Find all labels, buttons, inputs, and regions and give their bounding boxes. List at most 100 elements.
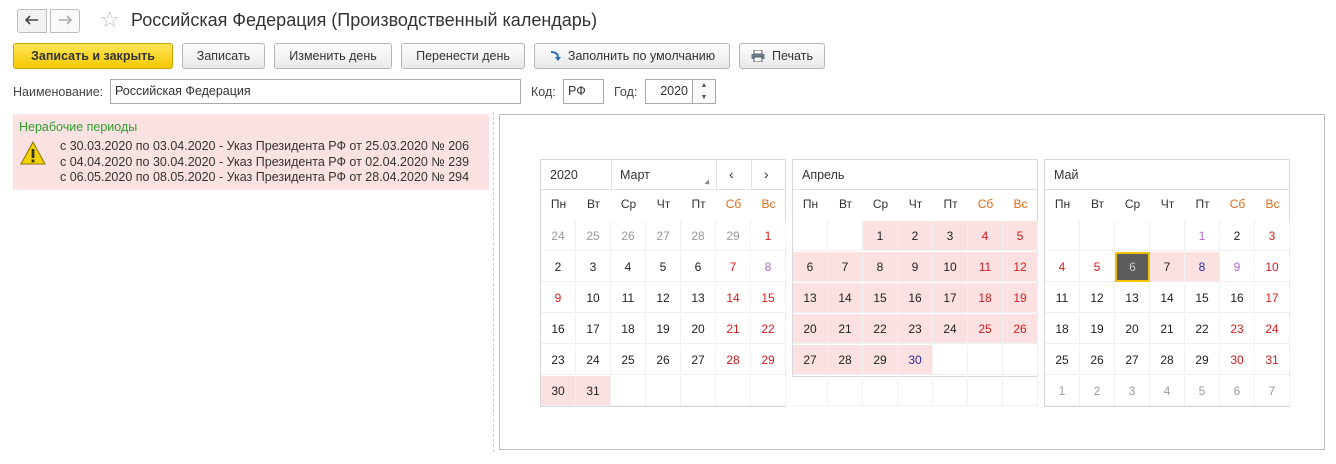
day-cell[interactable]: 1 (1185, 221, 1220, 251)
day-cell[interactable]: 2 (898, 221, 933, 251)
day-cell[interactable]: 30 (541, 376, 576, 406)
prev-month-icon[interactable]: ‹ (729, 166, 734, 182)
day-cell[interactable]: 10 (1255, 252, 1290, 282)
day-cell[interactable]: 25 (611, 345, 646, 375)
day-cell[interactable]: 4 (611, 252, 646, 282)
day-cell[interactable]: 10 (933, 252, 968, 282)
day-cell[interactable]: 15 (1185, 283, 1220, 313)
day-cell[interactable]: 6 (1220, 376, 1255, 406)
forward-button[interactable] (50, 9, 80, 33)
day-cell[interactable]: 11 (611, 283, 646, 313)
day-cell[interactable]: 25 (576, 221, 611, 251)
day-cell[interactable]: 12 (646, 283, 681, 313)
day-cell[interactable]: 5 (1080, 252, 1115, 282)
day-cell[interactable]: 18 (611, 314, 646, 344)
day-cell[interactable]: 17 (576, 314, 611, 344)
day-cell[interactable]: 31 (576, 376, 611, 406)
day-cell[interactable]: 3 (933, 221, 968, 251)
day-cell[interactable]: 2 (541, 252, 576, 282)
day-cell[interactable]: 25 (968, 314, 1003, 344)
day-cell[interactable]: 22 (1185, 314, 1220, 344)
day-cell[interactable]: 5 (646, 252, 681, 282)
day-cell[interactable]: 26 (646, 345, 681, 375)
day-cell[interactable]: 8 (1185, 252, 1220, 282)
day-cell[interactable]: 28 (681, 221, 716, 251)
change-day-button[interactable]: Изменить день (274, 43, 392, 69)
day-cell[interactable]: 14 (716, 283, 751, 313)
day-cell[interactable]: 19 (646, 314, 681, 344)
day-cell[interactable]: 27 (1115, 345, 1150, 375)
day-cell[interactable]: 4 (1045, 252, 1080, 282)
day-cell[interactable]: 3 (1255, 221, 1290, 251)
month-selector[interactable]: Март (620, 168, 650, 182)
day-cell[interactable]: 14 (828, 283, 863, 313)
name-field[interactable]: Российская Федерация (110, 79, 521, 104)
save-button[interactable]: Записать (182, 43, 265, 69)
fill-default-button[interactable]: Заполнить по умолчанию (534, 43, 730, 69)
day-cell[interactable]: 9 (541, 283, 576, 313)
day-cell[interactable]: 6 (1115, 252, 1150, 282)
day-cell[interactable]: 8 (863, 252, 898, 282)
day-cell[interactable]: 30 (1220, 345, 1255, 375)
day-cell[interactable]: 9 (898, 252, 933, 282)
day-cell[interactable]: 5 (1003, 221, 1038, 251)
day-cell[interactable]: 22 (751, 314, 786, 344)
day-cell[interactable]: 16 (1220, 283, 1255, 313)
day-cell[interactable]: 24 (933, 314, 968, 344)
day-cell[interactable]: 21 (1150, 314, 1185, 344)
day-cell[interactable]: 24 (576, 345, 611, 375)
day-cell[interactable]: 23 (1220, 314, 1255, 344)
next-month-icon[interactable]: › (764, 166, 769, 182)
day-cell[interactable]: 11 (1045, 283, 1080, 313)
day-cell[interactable]: 11 (968, 252, 1003, 282)
dropdown-icon[interactable] (704, 179, 712, 187)
chevron-up-icon[interactable]: ▲ (693, 80, 715, 92)
print-button[interactable]: Печать (739, 43, 825, 69)
day-cell[interactable]: 21 (716, 314, 751, 344)
day-cell[interactable]: 12 (1003, 252, 1038, 282)
day-cell[interactable]: 6 (681, 252, 716, 282)
day-cell[interactable]: 27 (646, 221, 681, 251)
day-cell[interactable]: 29 (1185, 345, 1220, 375)
day-cell[interactable]: 24 (1255, 314, 1290, 344)
day-cell[interactable]: 1 (863, 221, 898, 251)
day-cell[interactable]: 16 (541, 314, 576, 344)
day-cell[interactable]: 15 (863, 283, 898, 313)
code-field[interactable]: РФ (563, 79, 604, 104)
chevron-down-icon[interactable]: ▼ (693, 92, 715, 104)
day-cell[interactable]: 25 (1045, 345, 1080, 375)
day-cell[interactable]: 1 (1045, 376, 1080, 406)
day-cell[interactable]: 5 (1185, 376, 1220, 406)
day-cell[interactable]: 27 (681, 345, 716, 375)
day-cell[interactable]: 3 (576, 252, 611, 282)
day-cell[interactable]: 29 (751, 345, 786, 375)
move-day-button[interactable]: Перенести день (401, 43, 525, 69)
day-cell[interactable]: 7 (1255, 376, 1290, 406)
day-cell[interactable]: 22 (863, 314, 898, 344)
day-cell[interactable]: 3 (1115, 376, 1150, 406)
panel-splitter[interactable] (493, 112, 494, 452)
day-cell[interactable]: 23 (898, 314, 933, 344)
day-cell[interactable]: 13 (793, 283, 828, 313)
day-cell[interactable]: 30 (898, 345, 933, 375)
day-cell[interactable]: 2 (1080, 376, 1115, 406)
day-cell[interactable]: 21 (828, 314, 863, 344)
day-cell[interactable]: 17 (933, 283, 968, 313)
day-cell[interactable]: 20 (1115, 314, 1150, 344)
day-cell[interactable]: 13 (681, 283, 716, 313)
day-cell[interactable]: 31 (1255, 345, 1290, 375)
year-selector[interactable]: 2020 (550, 168, 578, 182)
back-button[interactable] (17, 9, 47, 33)
day-cell[interactable]: 12 (1080, 283, 1115, 313)
day-cell[interactable]: 28 (716, 345, 751, 375)
day-cell[interactable]: 14 (1150, 283, 1185, 313)
day-cell[interactable]: 19 (1080, 314, 1115, 344)
day-cell[interactable]: 28 (828, 345, 863, 375)
day-cell[interactable]: 13 (1115, 283, 1150, 313)
day-cell[interactable]: 2 (1220, 221, 1255, 251)
day-cell[interactable]: 7 (716, 252, 751, 282)
day-cell[interactable]: 18 (968, 283, 1003, 313)
day-cell[interactable]: 4 (968, 221, 1003, 251)
day-cell[interactable]: 7 (1150, 252, 1185, 282)
day-cell[interactable]: 19 (1003, 283, 1038, 313)
